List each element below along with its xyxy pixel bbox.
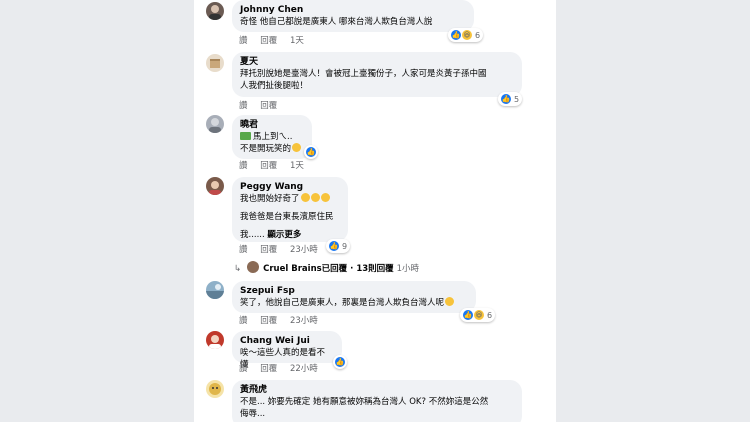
- box-avatar-icon: [210, 59, 220, 68]
- reaction-summary[interactable]: 👍 9: [326, 239, 351, 253]
- reaction-summary[interactable]: 👍 😆 6: [448, 28, 484, 42]
- reply-button[interactable]: 回覆: [260, 364, 277, 374]
- reaction-summary[interactable]: 👍 5: [498, 92, 523, 106]
- comment-actions: 讚 回覆 1天: [239, 161, 314, 172]
- like-button[interactable]: 讚: [239, 101, 248, 111]
- avatar[interactable]: [206, 380, 224, 398]
- timestamp[interactable]: 1天: [290, 161, 304, 171]
- comment-bubble: Chang Wei Jui 唉～這些人真的是看不懂: [232, 331, 342, 370]
- avatar-icon: [209, 383, 221, 395]
- comment-text: 侮辱...: [240, 409, 266, 419]
- reply-button[interactable]: 回覆: [260, 161, 277, 171]
- avatar[interactable]: [206, 54, 224, 72]
- comment-bubble: 夏天 拜托別說她是臺灣人！會被冠上臺獨份子，人家可是炎黃子孫中國 人我們扯後腿啦…: [232, 52, 522, 97]
- reply-button[interactable]: 回覆: [260, 316, 277, 326]
- comment-text: 我爸爸是台東長濱原住民: [240, 212, 334, 222]
- timestamp[interactable]: 23小時: [290, 245, 318, 255]
- comment-author[interactable]: Szepui Fsp: [240, 285, 467, 297]
- comment-text: 不是... 妳要先確定 她有願意被妳稱為台灣人 OK? 不然妳這是公然: [240, 397, 489, 407]
- comment-text: 奇怪 他自己都說是廣東人 哪來台灣人欺負台灣人說: [240, 17, 433, 27]
- timestamp[interactable]: 22小時: [290, 364, 318, 374]
- comment-text: 我......: [240, 230, 265, 240]
- comment-text: 笑了，他說自己是廣東人，那裏是台灣人欺負台灣人呢: [240, 298, 445, 308]
- like-button[interactable]: 讚: [239, 245, 248, 255]
- reaction-summary[interactable]: 👍: [333, 355, 347, 369]
- reaction-count: 5: [514, 94, 520, 104]
- comment-actions: 讚 回覆 1天: [239, 36, 314, 47]
- laughing-emoji-icon: [292, 143, 302, 152]
- haha-icon: 😆: [462, 30, 472, 40]
- thinking-emoji-icon: [310, 193, 320, 202]
- comment-author[interactable]: 黃飛虎: [240, 384, 513, 396]
- like-button[interactable]: 讚: [239, 364, 248, 374]
- comment-text: 人我們扯後腿啦！: [240, 81, 309, 91]
- comment-text: 馬上到ㄟ..: [253, 132, 293, 142]
- reaction-count: 9: [342, 241, 348, 251]
- comment-author[interactable]: 曉君: [240, 119, 303, 131]
- like-icon: 👍: [335, 357, 345, 367]
- timestamp[interactable]: 1天: [290, 36, 304, 46]
- like-icon: 👍: [501, 94, 511, 104]
- comment-bubble: 曉君 馬上到ㄟ.. 不是開玩笑的: [232, 115, 312, 159]
- avatar[interactable]: [206, 115, 224, 133]
- thinking-emoji-icon: [300, 193, 310, 202]
- like-icon: 👍: [329, 241, 339, 251]
- avatar[interactable]: [206, 281, 224, 299]
- comment-text: 我也開始好奇了: [240, 194, 300, 204]
- avatar[interactable]: [206, 2, 224, 20]
- like-button[interactable]: 讚: [239, 316, 248, 326]
- comment-actions: 讚 回覆 23小時: [239, 316, 328, 327]
- comment-text: 拜托別說她是臺灣人！會被冠上臺獨份子，人家可是炎黃子孫中國: [240, 69, 487, 79]
- avatar-icon: [209, 335, 221, 349]
- like-icon: 👍: [463, 310, 473, 320]
- comment-author[interactable]: Peggy Wang: [240, 181, 339, 193]
- comment-author[interactable]: 夏天: [240, 56, 513, 68]
- reaction-count: 6: [487, 310, 493, 320]
- reaction-count: 6: [475, 30, 481, 40]
- comment-author[interactable]: Chang Wei Jui: [240, 335, 333, 347]
- haha-icon: 😆: [474, 310, 484, 320]
- comment-bubble: Johnny Chen 奇怪 他自己都說是廣東人 哪來台灣人欺負台灣人說: [232, 0, 474, 32]
- reply-timestamp: 1小時: [396, 264, 420, 274]
- avatar-icon: [206, 284, 224, 299]
- comment-bubble: Szepui Fsp 笑了，他說自己是廣東人，那裏是台灣人欺負台灣人呢: [232, 281, 476, 313]
- like-icon: 👍: [306, 147, 316, 157]
- avatar[interactable]: [206, 177, 224, 195]
- reply-arrow-icon: ↳: [234, 264, 242, 274]
- comments-panel: Johnny Chen 奇怪 他自己都說是廣東人 哪來台灣人欺負台灣人說 👍 😆…: [194, 0, 556, 422]
- avatar: [247, 261, 260, 273]
- avatar-icon: [209, 118, 221, 133]
- money-icon: [240, 132, 251, 140]
- replies-summary[interactable]: Cruel Brains已回覆 · 13則回覆: [263, 264, 394, 274]
- timestamp[interactable]: 23小時: [290, 316, 318, 326]
- reply-button[interactable]: 回覆: [260, 36, 277, 46]
- comment-author[interactable]: Johnny Chen: [240, 4, 465, 16]
- comment-actions: 讚 回覆 22小時: [239, 364, 328, 375]
- comment-bubble: Peggy Wang 我也開始好奇了 我爸爸是台東長濱原住民 我...... 顯…: [232, 177, 348, 242]
- view-replies-link[interactable]: ↳ Cruel Brains已回覆 · 13則回覆 1小時: [234, 261, 419, 275]
- see-more-link[interactable]: 顯示更多: [267, 230, 301, 240]
- reply-button[interactable]: 回覆: [260, 101, 277, 111]
- comment-bubble: 黃飛虎 不是... 妳要先確定 她有願意被妳稱為台灣人 OK? 不然妳這是公然 …: [232, 380, 522, 422]
- reaction-summary[interactable]: 👍: [304, 145, 318, 159]
- avatar-icon: [209, 5, 221, 20]
- comment-actions: 讚 回覆: [239, 101, 287, 112]
- avatar[interactable]: [206, 331, 224, 349]
- laughing-emoji-icon: [445, 297, 455, 306]
- like-icon: 👍: [451, 30, 461, 40]
- reaction-summary[interactable]: 👍 😆 6: [460, 308, 496, 322]
- comment-text: 不是開玩笑的: [240, 144, 292, 154]
- like-button[interactable]: 讚: [239, 161, 248, 171]
- comment-actions: 讚 回覆 23小時: [239, 245, 328, 256]
- avatar-icon: [209, 181, 221, 195]
- like-button[interactable]: 讚: [239, 36, 248, 46]
- reply-button[interactable]: 回覆: [260, 245, 277, 255]
- thinking-emoji-icon: [320, 193, 330, 202]
